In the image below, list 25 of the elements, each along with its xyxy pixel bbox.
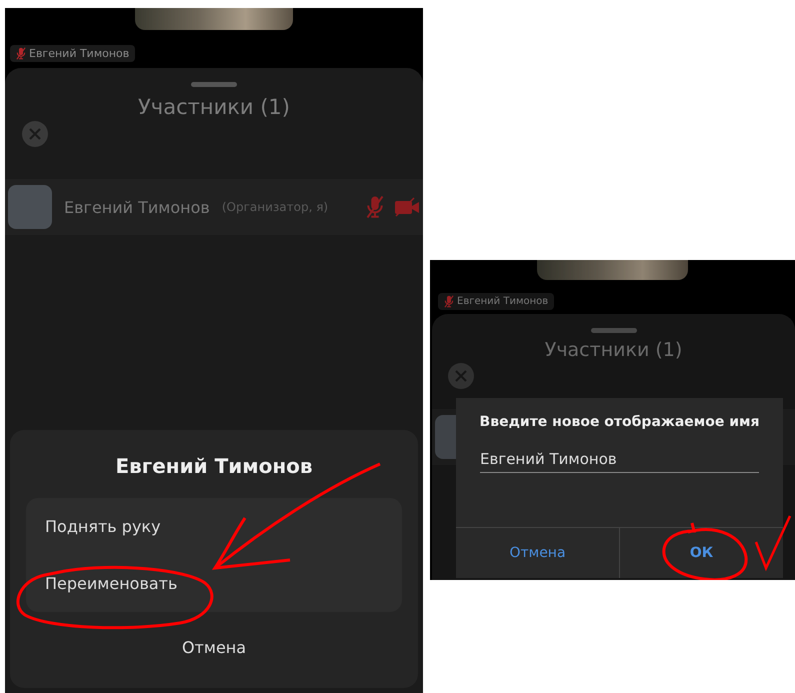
name-input-field[interactable]: Евгений Тимонов	[480, 446, 759, 473]
name-tag-label: Евгений Тимонов	[29, 47, 130, 60]
cancel-button[interactable]: Отмена	[172, 634, 256, 661]
participant-row[interactable]: Евгений Тимонов (Организатор, я)	[5, 179, 423, 235]
drag-handle[interactable]	[191, 82, 237, 87]
dialog-title: Введите новое отображаемое имя	[480, 414, 760, 430]
panel-title: Участники (1)	[544, 339, 682, 361]
dialog-button[interactable]: Отмена	[456, 528, 619, 578]
video-off-icon[interactable]	[394, 197, 420, 217]
muted-mic-icon	[444, 295, 454, 308]
name-tag-label: Евгений Тимонов	[457, 296, 548, 307]
muted-mic-icon	[16, 47, 26, 60]
drag-handle[interactable]	[590, 328, 636, 333]
close-icon[interactable]	[448, 363, 474, 389]
checkmark-annotation	[754, 515, 792, 572]
panel-title: Участники (1)	[138, 95, 290, 119]
menu-option[interactable]: Поднять руку	[26, 498, 402, 555]
participant-role: (Организатор, я)	[222, 200, 328, 214]
participant-name: Евгений Тимонов	[64, 198, 210, 216]
muted-mic-icon[interactable]	[366, 195, 384, 219]
action-sheet-title: Евгений Тимонов	[115, 454, 313, 478]
avatar-photo	[8, 185, 52, 229]
menu-option[interactable]: Переименовать	[26, 555, 402, 612]
close-icon[interactable]	[22, 121, 48, 147]
dialog-button[interactable]: ОК	[619, 528, 783, 578]
